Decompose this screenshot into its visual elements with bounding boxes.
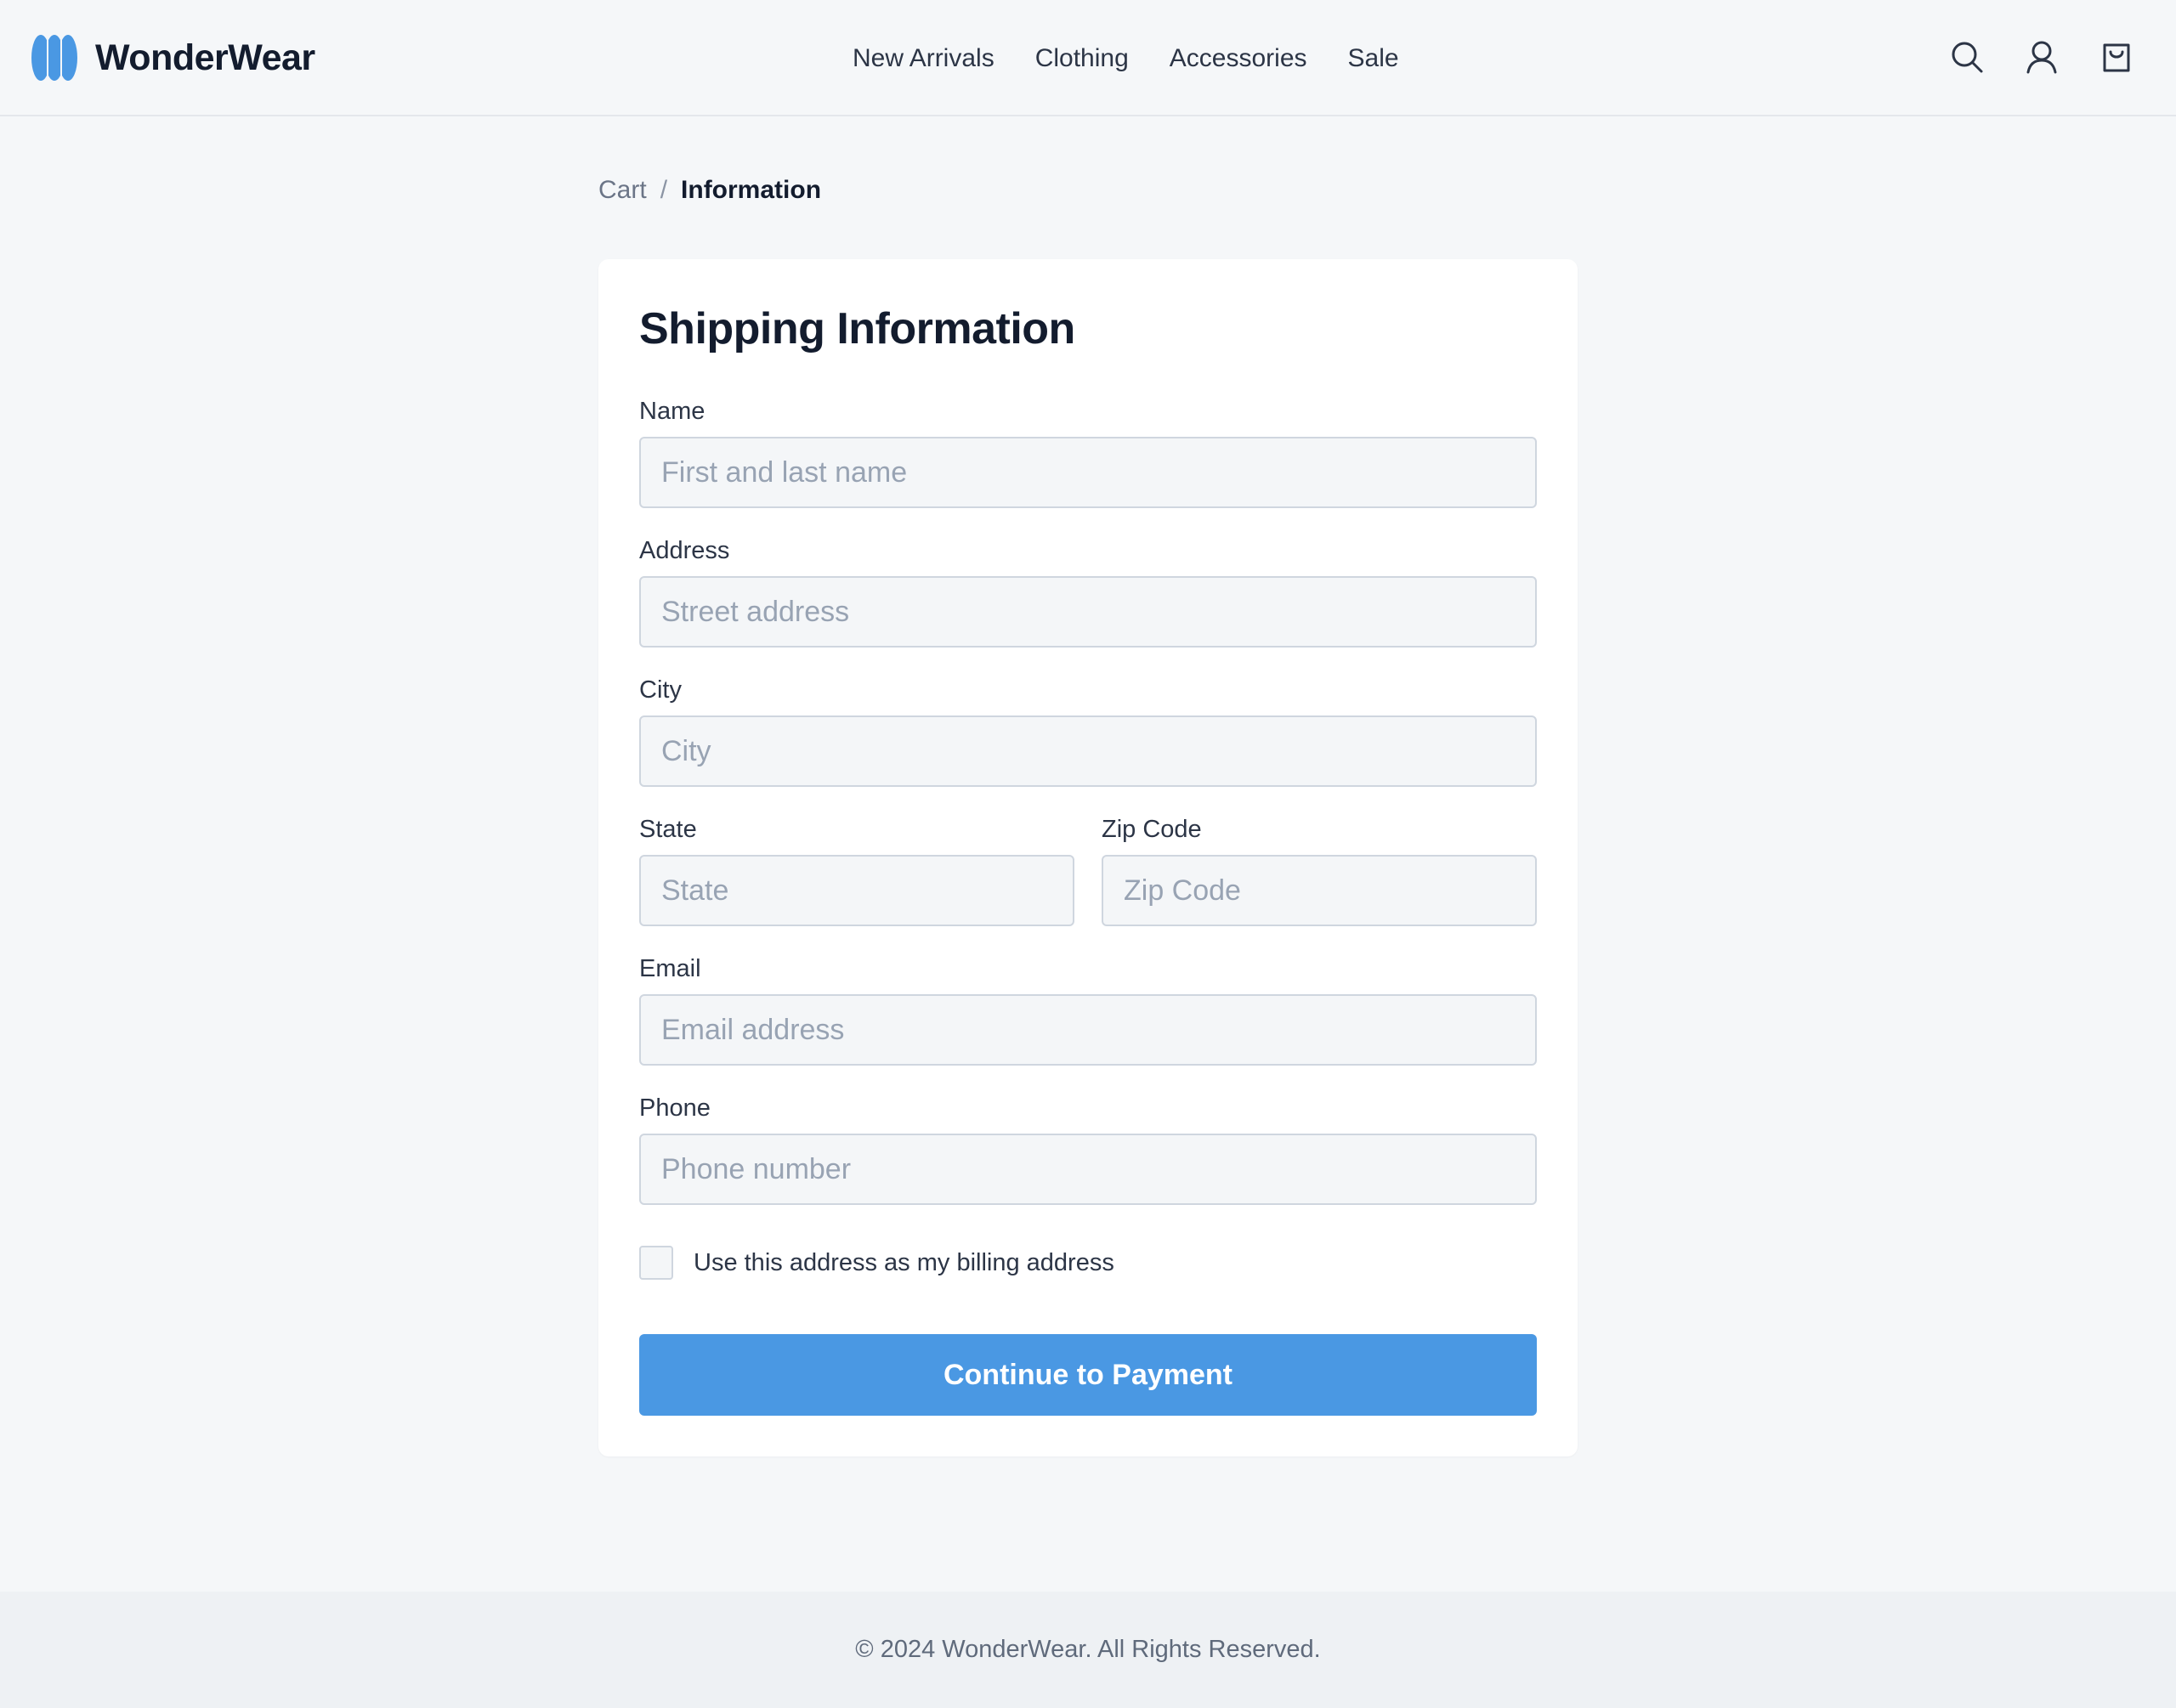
nav-item-accessories[interactable]: Accessories — [1170, 44, 1307, 73]
state-field[interactable] — [639, 855, 1074, 926]
header-actions — [1948, 38, 2135, 76]
copyright-text: © 2024 WonderWear. All Rights Reserved. — [855, 1636, 1321, 1663]
nav-item-clothing[interactable]: Clothing — [1035, 44, 1129, 73]
zip-label: Zip Code — [1102, 816, 1202, 843]
nav-item-sale[interactable]: Sale — [1348, 44, 1399, 73]
main-nav: New Arrivals Clothing Accessories Sale — [853, 37, 1399, 80]
page-title: Shipping Information — [639, 304, 1075, 353]
state-label: State — [639, 816, 697, 843]
billing-address-checkbox-label[interactable]: Use this address as my billing address — [694, 1249, 1114, 1277]
billing-address-option: Use this address as my billing address — [639, 1245, 1114, 1281]
user-icon[interactable] — [2023, 38, 2060, 76]
breadcrumb-current: Information — [681, 176, 822, 204]
email-label: Email — [639, 955, 701, 982]
billing-address-checkbox[interactable] — [639, 1246, 673, 1280]
zip-field[interactable] — [1102, 855, 1537, 926]
nav-item-new-arrivals[interactable]: New Arrivals — [853, 44, 994, 73]
address-field[interactable] — [639, 576, 1537, 648]
shopping-bag-icon[interactable] — [2098, 38, 2135, 76]
breadcrumb-cart-link[interactable]: Cart — [598, 176, 647, 205]
city-field[interactable] — [639, 715, 1537, 787]
shipping-form-card: Shipping Information Name Address City S… — [598, 259, 1578, 1456]
phone-label: Phone — [639, 1094, 711, 1122]
name-field[interactable] — [639, 437, 1537, 508]
brand-name: WonderWear — [95, 37, 315, 78]
email-field[interactable] — [639, 994, 1537, 1066]
brand[interactable]: WonderWear — [31, 32, 315, 83]
site-header: WonderWear New Arrivals Clothing Accesso… — [0, 0, 2176, 116]
search-icon[interactable] — [1948, 38, 1986, 76]
city-label: City — [639, 676, 682, 704]
wonderwear-logo-icon — [31, 35, 77, 81]
page: WonderWear New Arrivals Clothing Accesso… — [0, 0, 2176, 1708]
site-footer: © 2024 WonderWear. All Rights Reserved. — [0, 1592, 2176, 1708]
phone-field[interactable] — [639, 1134, 1537, 1205]
breadcrumb: Cart / Information — [598, 172, 821, 209]
address-label: Address — [639, 537, 730, 564]
name-label: Name — [639, 398, 706, 425]
continue-to-payment-button[interactable]: Continue to Payment — [639, 1334, 1537, 1416]
breadcrumb-separator: / — [660, 176, 668, 204]
